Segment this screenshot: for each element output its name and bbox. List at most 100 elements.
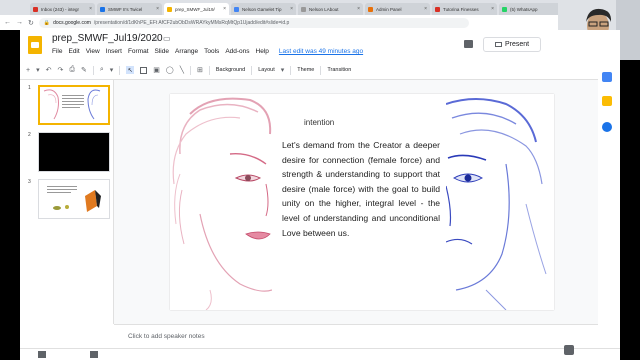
slide-number: 1 bbox=[28, 85, 31, 91]
slide-body-text[interactable]: Let's demand from the Creator a deeper d… bbox=[282, 138, 440, 240]
undo-icon[interactable]: ↶ bbox=[46, 66, 52, 74]
toolbar: + ▾ ↶ ↷ ⎙ ✎ ⌕ ▾ ↖ ▣ ◯ ╲ ⊞ Background Lay… bbox=[26, 63, 614, 77]
calendar-icon[interactable] bbox=[602, 72, 612, 82]
menu-add-ons[interactable]: Add-ons bbox=[225, 48, 249, 55]
forward-icon[interactable]: → bbox=[16, 19, 23, 26]
background-button[interactable]: Background bbox=[216, 67, 245, 73]
page-favicon-icon bbox=[234, 6, 239, 12]
slide-number: 2 bbox=[28, 132, 31, 138]
zoom-dropdown-icon[interactable]: ▾ bbox=[110, 66, 114, 74]
theme-button[interactable]: Theme bbox=[297, 67, 314, 73]
browser-tab[interactable]: Admin Panel × bbox=[365, 3, 430, 15]
explore-icon[interactable] bbox=[564, 345, 574, 355]
menu-format[interactable]: Format bbox=[128, 48, 149, 55]
menu-insert[interactable]: Insert bbox=[106, 48, 122, 55]
filmstrip-view-icon[interactable] bbox=[90, 351, 98, 358]
slide-number: 3 bbox=[28, 179, 31, 185]
slide-canvas[interactable]: intention Let's demand from the Creator … bbox=[114, 80, 620, 324]
browser-tab-active[interactable]: prep_SMWF_Jul19/× bbox=[164, 3, 229, 15]
bottom-bar bbox=[20, 345, 620, 360]
insert-comment-icon[interactable]: ⊞ bbox=[197, 66, 203, 74]
slide-heading[interactable]: intention bbox=[304, 118, 334, 127]
close-tab-icon[interactable]: × bbox=[424, 6, 427, 12]
browser-tab[interactable]: Tutorina Finesses × bbox=[432, 3, 497, 15]
document-title[interactable]: prep_SMWF_Jul19/2020 bbox=[52, 33, 163, 44]
slide-thumbnail-2[interactable]: 2 bbox=[26, 132, 112, 178]
print-icon[interactable]: ⎙ bbox=[69, 66, 75, 74]
image-icon[interactable]: ▣ bbox=[153, 66, 160, 74]
slide-thumbnail-3[interactable]: 3 bbox=[26, 179, 112, 225]
star-icon[interactable]: ☆ bbox=[152, 34, 159, 43]
speaker-notes-placeholder: Click to add speaker notes bbox=[128, 333, 205, 340]
address-row: ← → ↻ 🔒 docs.google.com /presentation/d/… bbox=[0, 15, 640, 30]
zoom-icon[interactable]: ⌕ bbox=[100, 66, 104, 74]
browser-tab[interactable]: Nelson LAbout × bbox=[298, 3, 363, 15]
gmail-favicon-icon bbox=[33, 6, 38, 12]
browser-tab[interactable]: Inbox (243) - integr × bbox=[30, 3, 95, 15]
keep-icon[interactable] bbox=[602, 96, 612, 106]
female-face-sketch bbox=[170, 94, 272, 310]
url-host: docs.google.com bbox=[53, 19, 91, 26]
whatsapp-favicon-icon bbox=[502, 6, 507, 12]
close-tab-icon[interactable]: × bbox=[290, 6, 293, 12]
address-bar[interactable]: 🔒 docs.google.com /presentation/d/1dKhPE… bbox=[38, 17, 469, 28]
thumbnail-image bbox=[38, 85, 110, 125]
browser-tab[interactable]: SMWF II's Twicel × bbox=[97, 3, 162, 15]
toolbar-divider bbox=[290, 65, 292, 75]
line-icon[interactable]: ╲ bbox=[180, 66, 184, 74]
close-tab-icon[interactable]: × bbox=[357, 6, 360, 12]
slide-thumbnail-1[interactable]: 1 bbox=[26, 85, 112, 131]
grid-view-icon[interactable] bbox=[38, 351, 46, 358]
layout-button[interactable]: Layout bbox=[258, 67, 275, 73]
present-button[interactable]: Present bbox=[483, 37, 541, 52]
slides-favicon-icon bbox=[167, 6, 172, 12]
close-tab-icon[interactable]: × bbox=[223, 6, 226, 12]
page-favicon-icon bbox=[368, 6, 373, 12]
reload-icon[interactable]: ↻ bbox=[28, 19, 34, 27]
current-slide[interactable]: intention Let's demand from the Creator … bbox=[170, 94, 554, 310]
tasks-icon[interactable] bbox=[602, 122, 612, 132]
menu-edit[interactable]: Edit bbox=[68, 48, 79, 55]
shape-icon[interactable]: ◯ bbox=[166, 66, 174, 74]
menu-view[interactable]: View bbox=[86, 48, 100, 55]
male-face-sketch bbox=[446, 94, 554, 310]
browser-tab[interactable]: Nelson Gamelet Tip × bbox=[231, 3, 296, 15]
youtube-favicon-icon bbox=[435, 6, 440, 12]
toolbar-divider bbox=[320, 65, 322, 75]
toolbar-divider bbox=[119, 65, 121, 75]
text-box-icon[interactable] bbox=[140, 66, 148, 74]
move-folder-icon[interactable]: ▭ bbox=[163, 34, 171, 43]
side-panel bbox=[598, 60, 620, 330]
select-tool-icon[interactable]: ↖ bbox=[126, 66, 135, 74]
dropdown-arrow-icon[interactable]: ▾ bbox=[36, 66, 40, 74]
transition-button[interactable]: Transition bbox=[327, 67, 351, 73]
slides-logo-icon[interactable] bbox=[28, 36, 42, 54]
redo-icon[interactable]: ↷ bbox=[57, 66, 63, 74]
close-tab-icon[interactable]: × bbox=[491, 6, 494, 12]
browser-tab[interactable]: (5) WhatsApp× bbox=[499, 3, 564, 15]
new-slide-icon[interactable]: + bbox=[26, 67, 30, 74]
paint-format-icon[interactable]: ✎ bbox=[81, 66, 87, 74]
tab-strip: Inbox (243) - integr × SMWF II's Twicel × … bbox=[30, 3, 577, 15]
layout-dropdown-icon[interactable]: ▾ bbox=[281, 66, 285, 74]
close-tab-icon[interactable]: × bbox=[89, 6, 92, 12]
comment-history-icon[interactable] bbox=[464, 40, 473, 48]
menu-slide[interactable]: Slide bbox=[155, 48, 169, 55]
menu-help[interactable]: Help bbox=[256, 48, 269, 55]
app-header: prep_SMWF_Jul19/2020 ☆ ▭ File Edit View … bbox=[20, 30, 620, 60]
menu-file[interactable]: File bbox=[52, 48, 62, 55]
browser-chrome: Inbox (243) - integr × SMWF II's Twicel × … bbox=[0, 0, 640, 30]
menu-tools[interactable]: Tools bbox=[204, 48, 219, 55]
thumbnail-image bbox=[38, 132, 110, 172]
slides-app: prep_SMWF_Jul19/2020 ☆ ▭ File Edit View … bbox=[20, 30, 620, 360]
page-favicon-icon bbox=[301, 6, 306, 12]
close-tab-icon[interactable]: × bbox=[156, 6, 159, 12]
menu-arrange[interactable]: Arrange bbox=[175, 48, 198, 55]
present-icon bbox=[494, 42, 502, 47]
speaker-notes[interactable]: Click to add speaker notes bbox=[114, 324, 620, 348]
toolbar-divider bbox=[208, 65, 210, 75]
last-edit-link[interactable]: Last edit was 49 minutes ago bbox=[279, 48, 363, 55]
lock-icon: 🔒 bbox=[43, 19, 51, 26]
menu-bar: File Edit View Insert Format Slide Arran… bbox=[52, 48, 363, 55]
back-icon[interactable]: ← bbox=[4, 19, 11, 26]
